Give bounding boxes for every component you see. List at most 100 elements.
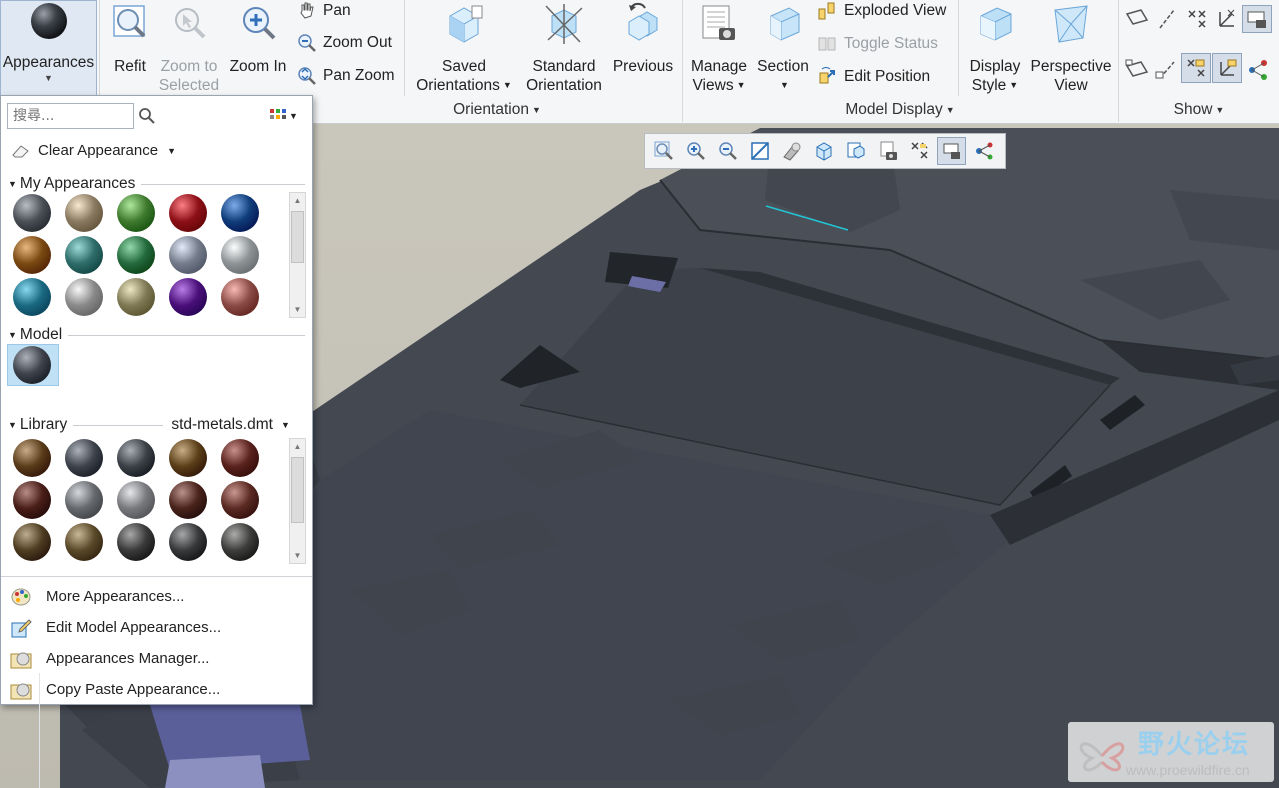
appearance-swatch[interactable] (13, 278, 51, 316)
appearance-swatch[interactable] (65, 523, 103, 561)
more-appearances-menu-item[interactable]: More Appearances... (1, 581, 312, 612)
zoom-in-button[interactable]: Zoom In (226, 2, 290, 76)
appearances-manager-menu-item[interactable]: Appearances Manager... (1, 643, 312, 674)
appearance-swatch[interactable] (65, 236, 103, 274)
repaint-tool[interactable] (745, 137, 774, 165)
edit-model-appearances-menu-item[interactable]: Edit Model Appearances... (1, 612, 312, 643)
chevron-down-icon: ▼ (531, 105, 541, 115)
zoom-in-tool[interactable] (681, 137, 710, 165)
display-style-button[interactable]: Display Style ▼ (964, 2, 1026, 95)
appearance-swatch[interactable] (65, 194, 103, 232)
model-header[interactable]: ▼ Model (8, 326, 305, 344)
display-style-tool[interactable] (777, 137, 806, 165)
zoom-to-selected-button[interactable]: Zoom to Selected (155, 2, 223, 95)
search-icon[interactable] (138, 107, 156, 125)
appearance-swatch[interactable] (221, 278, 259, 316)
appearances-button[interactable]: Appearances ▼ (0, 0, 97, 96)
repaint-icon (750, 142, 769, 160)
appearance-swatch[interactable] (117, 439, 155, 477)
appearance-swatch[interactable] (169, 439, 207, 477)
edit-position-icon (819, 67, 835, 84)
pan-zoom-button[interactable]: Pan Zoom (297, 61, 395, 91)
plane-tag-display-icon[interactable] (1124, 56, 1150, 82)
appearance-swatch[interactable] (65, 439, 103, 477)
my-appearances-header[interactable]: ▼ My Appearances (8, 175, 305, 193)
saved-orientations-button[interactable]: Saved Orientations ▼ (412, 2, 516, 95)
datum-point-display-icon[interactable] (1184, 6, 1210, 32)
standard-orientation-button[interactable]: Standard Orientation (521, 2, 607, 95)
chevron-down-icon: ▼ (289, 111, 298, 121)
my-appearances-scrollbar[interactable]: ▲ ▼ (289, 192, 306, 318)
point-tag-display-toggle[interactable] (1181, 53, 1211, 83)
annotation-display-tool[interactable] (937, 137, 966, 165)
appearance-swatch[interactable] (221, 523, 259, 561)
copy-paste-appearance-menu-item[interactable]: Copy Paste Appearance... (1, 674, 312, 705)
appearance-swatch[interactable] (221, 481, 259, 519)
scroll-down-icon[interactable]: ▼ (290, 548, 305, 563)
appearance-swatch[interactable] (169, 236, 207, 274)
appearance-swatch[interactable] (13, 523, 51, 561)
appearance-swatch[interactable] (65, 278, 103, 316)
appearance-swatch[interactable] (221, 439, 259, 477)
zoom-out-button[interactable]: Zoom Out (297, 28, 392, 58)
model-display-group-label[interactable]: Model Display ▼ (682, 98, 1118, 122)
appearance-swatch[interactable] (169, 278, 207, 316)
datum-display-filter-tool[interactable] (905, 137, 934, 165)
manage-views-button[interactable]: Manage Views ▼ (688, 2, 750, 95)
appearance-swatch[interactable] (117, 236, 155, 274)
spin-center-display-icon[interactable] (1246, 58, 1270, 82)
appearance-swatch[interactable] (117, 194, 155, 232)
exploded-view-button[interactable]: Exploded View (818, 0, 946, 26)
annotation-display-toggle[interactable] (1242, 5, 1272, 33)
manage-views-tool[interactable] (873, 137, 902, 165)
annotation-display-icon (1247, 11, 1266, 28)
zoom-out-tool[interactable] (713, 137, 742, 165)
clear-appearance-button[interactable]: Clear Appearance ▼ (11, 142, 176, 159)
appearance-swatch[interactable] (169, 194, 207, 232)
appearance-swatch[interactable] (13, 481, 51, 519)
appearance-swatch[interactable] (169, 523, 207, 561)
appearance-swatch[interactable] (169, 481, 207, 519)
appearance-swatch[interactable] (117, 523, 155, 561)
datum-plane-display-icon[interactable] (1124, 6, 1150, 32)
section-button[interactable]: Section ▼ (754, 2, 812, 95)
toggle-status-button[interactable]: Toggle Status (818, 29, 938, 59)
previous-orientation-button[interactable]: Previous (611, 2, 675, 76)
scroll-up-icon[interactable]: ▲ (290, 439, 305, 454)
appearance-swatch[interactable] (221, 194, 259, 232)
csys-display-icon[interactable] (1214, 6, 1240, 32)
library-file-selector[interactable]: std-metals.dmt (171, 416, 273, 434)
csys-tag-display-toggle[interactable] (1212, 53, 1242, 83)
appearance-swatch[interactable] (65, 481, 103, 519)
separator (958, 0, 959, 96)
view-manager-tool[interactable] (841, 137, 870, 165)
datum-axis-display-icon[interactable] (1154, 6, 1180, 32)
refit-tool[interactable] (649, 137, 678, 165)
appearance-search-input[interactable] (7, 103, 134, 129)
spin-center-tool[interactable] (969, 137, 998, 165)
edit-position-button[interactable]: Edit Position (818, 62, 930, 92)
appearance-swatch[interactable] (13, 194, 51, 232)
view-options-button[interactable]: ▼ (269, 108, 298, 124)
perspective-view-button[interactable]: Perspective View (1029, 2, 1113, 95)
pan-button[interactable]: Pan (297, 0, 351, 26)
scroll-down-icon[interactable]: ▼ (290, 302, 305, 317)
scroll-thumb[interactable] (291, 211, 304, 263)
orientation-group-label[interactable]: Orientation ▼ (313, 98, 681, 122)
appearance-swatch[interactable] (13, 439, 51, 477)
appearance-swatch[interactable] (13, 236, 51, 274)
saved-orientations-tool[interactable] (809, 137, 838, 165)
library-header[interactable]: ▼ Library std-metals.dmt ▼ (8, 416, 305, 434)
refit-button[interactable]: Refit (107, 2, 153, 76)
appearances-gallery-panel: ▼ Clear Appearance ▼ ▼ My Appearances ▲ … (0, 95, 313, 788)
scroll-up-icon[interactable]: ▲ (290, 193, 305, 208)
library-scrollbar[interactable]: ▲ ▼ (289, 438, 306, 564)
appearance-swatch[interactable] (117, 481, 155, 519)
axis-tag-display-icon[interactable] (1154, 56, 1180, 82)
appearance-swatch[interactable] (221, 236, 259, 274)
appearance-swatch[interactable] (117, 278, 155, 316)
scroll-thumb[interactable] (291, 457, 304, 523)
show-group-label[interactable]: Show ▼ (1119, 98, 1279, 122)
view-manager-icon (847, 142, 864, 159)
appearance-swatch[interactable] (13, 346, 51, 384)
